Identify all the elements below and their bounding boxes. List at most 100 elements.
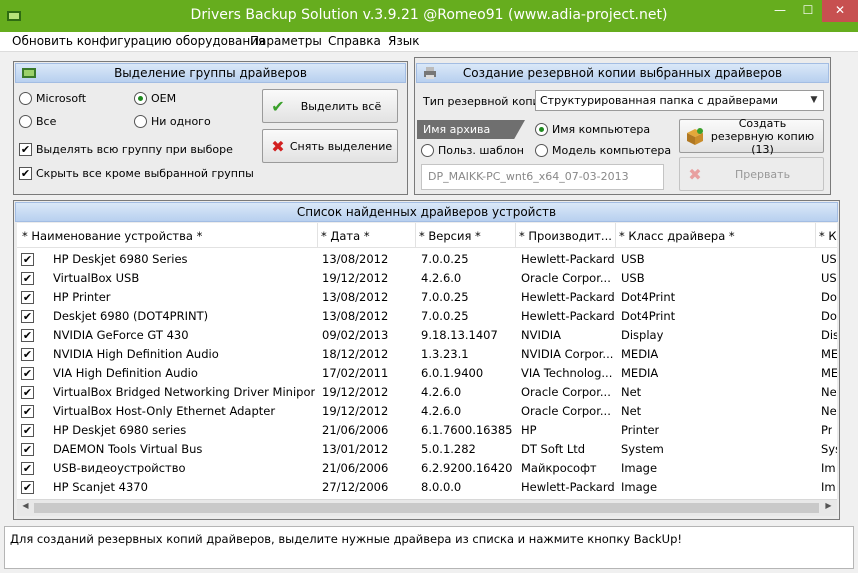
column-manufacturer[interactable]: * Производит... xyxy=(519,229,612,243)
table-cell: Dot4Print xyxy=(621,309,676,323)
checkbox-select-group-box: ✔ xyxy=(19,143,32,156)
row-checkbox[interactable]: ✔ xyxy=(21,310,34,323)
table-row[interactable]: ✔ VirtualBox Host-Only Ethernet Adapter 19… xyxy=(17,402,837,421)
table-cell: DT Soft Ltd xyxy=(521,442,586,456)
horizontal-scrollbar[interactable]: ◀ ▶ xyxy=(17,499,837,516)
menu-language[interactable]: Язык xyxy=(388,34,419,48)
table-cell: Hewlett-Packard xyxy=(521,309,615,323)
menu-update-hardware[interactable]: Обновить конфигурацию оборудования xyxy=(12,34,265,48)
selection-panel-header: Выделение группы драйверов xyxy=(15,63,406,83)
radio-computer-model-indicator xyxy=(535,144,548,157)
table-row[interactable]: ✔ HP Scanjet 4370 27/12/2006 8.0.0.0 Hewlett… xyxy=(17,478,837,497)
radio-oem[interactable]: OEM xyxy=(134,92,176,105)
row-checkbox[interactable]: ✔ xyxy=(21,443,34,456)
table-cell: 4.2.6.0 xyxy=(421,271,462,285)
radio-microsoft-indicator xyxy=(19,92,32,105)
create-backup-button[interactable]: Создать резервную копию (13) xyxy=(679,116,824,156)
table-cell: NVIDIA High Definition Audio xyxy=(53,347,219,361)
title-bar: Drivers Backup Solution v.3.9.21 @Romeo9… xyxy=(0,0,858,32)
radio-computer-model[interactable]: Модель компьютера xyxy=(535,144,671,157)
table-cell: Oracle Corpor... xyxy=(521,404,611,418)
row-checkbox[interactable]: ✔ xyxy=(21,348,34,361)
minimize-button[interactable]: — xyxy=(766,0,794,22)
select-all-button[interactable]: ✔ Выделить всё xyxy=(262,89,398,123)
table-cell: 18/12/2012 xyxy=(322,347,389,361)
table-cell: 27/12/2006 xyxy=(322,480,389,494)
window-title: Drivers Backup Solution v.3.9.21 @Romeo9… xyxy=(190,7,668,23)
table-cell: VirtualBox USB xyxy=(53,271,140,285)
checkbox-select-group[interactable]: ✔ Выделять всю группу при выборе xyxy=(19,143,233,156)
radio-oem-indicator xyxy=(134,92,147,105)
table-cell: Do xyxy=(821,290,837,304)
printer-icon xyxy=(424,67,436,79)
row-checkbox[interactable]: ✔ xyxy=(21,253,34,266)
column-driver-class[interactable]: * Класс драйвера * xyxy=(619,229,735,243)
table-row[interactable]: ✔ NVIDIA GeForce GT 430 09/02/2013 9.18.13.… xyxy=(17,326,837,345)
table-cell: 6.2.9200.16420 xyxy=(421,461,513,475)
table-cell: MEDIA xyxy=(621,366,659,380)
maximize-button[interactable]: ☐ xyxy=(794,0,822,22)
row-checkbox[interactable]: ✔ xyxy=(21,405,34,418)
table-cell: Display xyxy=(621,328,664,342)
chevron-down-icon: ▼ xyxy=(810,95,818,105)
table-cell: VirtualBox Host-Only Ethernet Adapter xyxy=(53,404,276,418)
radio-none-label: Ни одного xyxy=(151,115,211,128)
table-cell: 21/06/2006 xyxy=(322,461,389,475)
table-cell: NVIDIA xyxy=(521,328,561,342)
table-cell: 4.2.6.0 xyxy=(421,404,462,418)
deselect-button[interactable]: ✖ Снять выделение xyxy=(262,129,398,163)
column-extra[interactable]: * К xyxy=(819,229,837,243)
radio-microsoft[interactable]: Microsoft xyxy=(19,92,86,105)
select-all-label: Выделить всё xyxy=(300,99,382,113)
menu-parameters[interactable]: Параметры xyxy=(250,34,322,48)
row-checkbox[interactable]: ✔ xyxy=(21,481,34,494)
scroll-left-icon[interactable]: ◀ xyxy=(17,501,34,510)
abort-button[interactable]: ✖ Прервать xyxy=(679,157,824,191)
radio-user-template[interactable]: Польз. шаблон xyxy=(421,144,524,157)
table-row[interactable]: ✔ VirtualBox Bridged Networking Driver Mi… xyxy=(17,383,837,402)
column-date[interactable]: * Дата * xyxy=(321,229,370,243)
table-row[interactable]: ✔ NVIDIA High Definition Audio 18/12/2012 1… xyxy=(17,345,837,364)
backup-panel-title: Создание резервной копии выбранных драйв… xyxy=(462,66,783,80)
create-backup-label: Создать резервную копию (13) xyxy=(710,116,815,156)
column-device-name[interactable]: * Наименование устройства * xyxy=(22,229,202,243)
row-checkbox[interactable]: ✔ xyxy=(21,367,34,380)
table-row[interactable]: ✔ VIA High Definition Audio 17/02/2011 6.0.… xyxy=(17,364,837,383)
table-header: * Наименование устройства * * Дата * * В… xyxy=(17,223,837,248)
close-button[interactable]: ✕ xyxy=(822,0,858,22)
row-checkbox[interactable]: ✔ xyxy=(21,386,34,399)
backup-panel: Создание резервной копии выбранных драйв… xyxy=(414,57,831,195)
table-cell: 7.0.0.25 xyxy=(421,309,469,323)
table-row[interactable]: ✔ VirtualBox USB 19/12/2012 4.2.6.0 Oracle C… xyxy=(17,269,837,288)
drivers-panel-title: Список найденных драйверов устройств xyxy=(296,205,557,219)
table-row[interactable]: ✔ Deskjet 6980 (DOT4PRINT) 13/08/2012 7.0.0… xyxy=(17,307,837,326)
drivers-table: * Наименование устройства * * Дата * * В… xyxy=(17,223,837,499)
scroll-right-icon[interactable]: ▶ xyxy=(820,501,837,510)
table-cell: Oracle Corpor... xyxy=(521,385,611,399)
table-cell: Pr xyxy=(821,423,833,437)
table-row[interactable]: ✔ HP Deskjet 6980 Series 13/08/2012 7.0.0.2… xyxy=(17,250,837,269)
checkbox-select-group-label: Выделять всю группу при выборе xyxy=(36,143,233,156)
row-checkbox[interactable]: ✔ xyxy=(21,272,34,285)
checkbox-hide-others[interactable]: ✔ Скрыть все кроме выбранной группы xyxy=(19,167,254,180)
table-row[interactable]: ✔ HP Deskjet 6980 series 21/06/2006 6.1.760… xyxy=(17,421,837,440)
archive-name-input[interactable]: DP_MAIKK-PC_wnt6_x64_07-03-2013 xyxy=(421,164,664,190)
scrollbar-thumb[interactable] xyxy=(34,503,819,513)
backup-type-select[interactable]: Структурированная папка с драйверами ▼ xyxy=(535,90,824,111)
table-cell: 17/02/2011 xyxy=(322,366,389,380)
row-checkbox[interactable]: ✔ xyxy=(21,462,34,475)
row-checkbox[interactable]: ✔ xyxy=(21,424,34,437)
table-row[interactable]: ✔ DAEMON Tools Virtual Bus 13/01/2012 5.0.1… xyxy=(17,440,837,459)
table-cell: 7.0.0.25 xyxy=(421,252,469,266)
radio-all[interactable]: Все xyxy=(19,115,56,128)
menu-help[interactable]: Справка xyxy=(328,34,381,48)
radio-computer-name[interactable]: Имя компьютера xyxy=(535,123,650,136)
table-row[interactable]: ✔ HP Printer 13/08/2012 7.0.0.25 Hewlett-Pac… xyxy=(17,288,837,307)
table-cell: Printer xyxy=(621,423,660,437)
radio-none[interactable]: Ни одного xyxy=(134,115,211,128)
table-cell: 6.0.1.9400 xyxy=(421,366,484,380)
row-checkbox[interactable]: ✔ xyxy=(21,329,34,342)
table-row[interactable]: ✔ USB-видеоустройство 21/06/2006 6.2.9200.1… xyxy=(17,459,837,478)
row-checkbox[interactable]: ✔ xyxy=(21,291,34,304)
column-version[interactable]: * Версия * xyxy=(419,229,481,243)
